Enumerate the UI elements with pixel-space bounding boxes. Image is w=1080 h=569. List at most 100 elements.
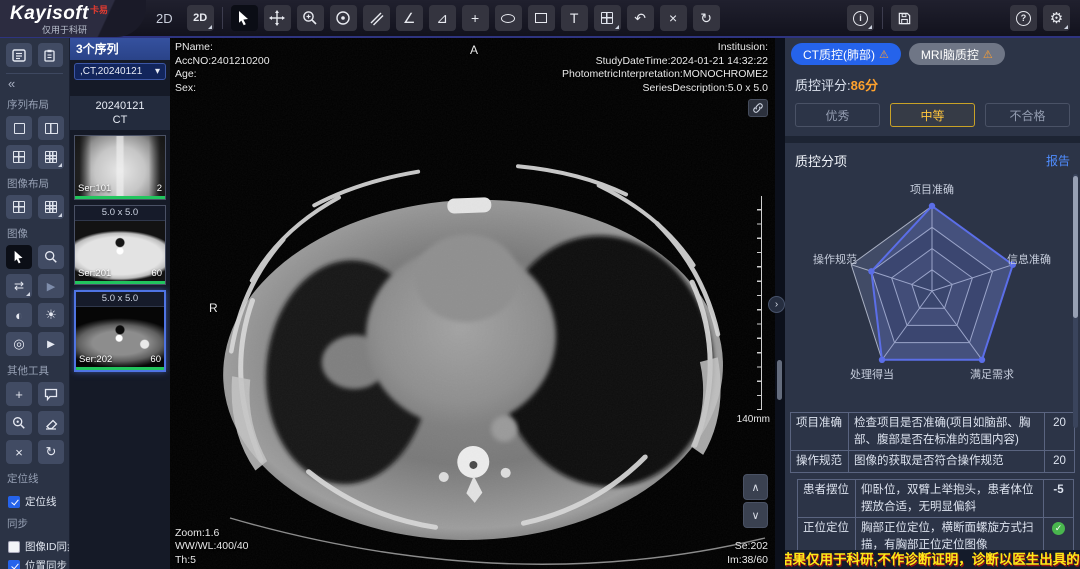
chevron-up-icon: ∧ <box>751 481 759 494</box>
series-thumbnail-101[interactable]: Ser:101 2 <box>74 135 166 200</box>
window-level-tool-button[interactable] <box>330 5 357 31</box>
flip-rotate-button[interactable]: ⇄ <box>6 274 32 298</box>
qc-score: 质控评分:86分 <box>785 69 1080 96</box>
checkbox-icon[interactable] <box>8 496 20 508</box>
qc-radar-chart-area: 项目准确信息准确满足需求处理得当操作规范 <box>785 172 1080 410</box>
study-dropdown[interactable]: ,CT,20240121 ▾ <box>74 63 166 80</box>
undo-button[interactable]: ↶ <box>627 5 654 31</box>
section-separator <box>785 136 1080 143</box>
report-button[interactable] <box>38 43 64 67</box>
ellipse-tool-button[interactable] <box>495 5 522 31</box>
cine-scroll-button[interactable]: ▶ <box>38 274 64 298</box>
series-layout-2x2-button[interactable] <box>6 145 32 169</box>
play-button[interactable]: ▶ <box>38 332 64 356</box>
section-series-layout-label: 序列布局 <box>7 97 63 112</box>
pointer-tool-button[interactable] <box>231 5 258 31</box>
cursor-icon <box>12 250 26 264</box>
series-thumbnail-202[interactable]: 5.0 x 5.0 Ser:202 60 <box>74 290 166 372</box>
cobb-angle-tool-button[interactable]: ⊿ <box>429 5 456 31</box>
grade-excellent-button[interactable]: 优秀 <box>795 103 880 127</box>
sidebar-pointer-button[interactable] <box>6 245 32 269</box>
info-button[interactable]: i <box>847 5 874 31</box>
text-annotation-button[interactable]: T <box>561 5 588 31</box>
image-viewport[interactable]: A R PName: AccNO:2401210200 Age: Sex: In… <box>170 38 775 569</box>
orientation-marker-anterior: A <box>470 43 478 57</box>
cobb-angle-icon: ⊿ <box>436 11 448 25</box>
checkbox-icon[interactable] <box>8 560 20 569</box>
checkbox-label: 定位线 <box>25 494 57 509</box>
zoom-in-tool-button[interactable] <box>297 5 324 31</box>
brightness-button[interactable]: ☀ <box>38 303 64 327</box>
help-button[interactable]: ? <box>1010 5 1037 31</box>
series-layout-single-button[interactable] <box>6 116 32 140</box>
add-tool-button[interactable]: + <box>6 382 32 406</box>
link-series-button[interactable] <box>748 99 768 117</box>
settings-button[interactable]: ⚙ <box>1043 5 1070 31</box>
target-button[interactable]: ◎ <box>6 332 32 356</box>
localizer-checkbox[interactable]: 定位线 <box>8 494 63 509</box>
warning-icon: ⚠ <box>879 48 889 61</box>
crosshair-tool-button[interactable]: + <box>462 5 489 31</box>
comment-tool-button[interactable] <box>38 382 64 406</box>
info-icon: i <box>853 11 868 26</box>
layout-3x3-icon <box>45 151 57 163</box>
save-button[interactable] <box>891 5 918 31</box>
contrast-button[interactable]: ◐ <box>6 303 32 327</box>
study-group-header: 20240121 CT <box>70 96 170 130</box>
angle-tool-button[interactable]: ∠ <box>396 5 423 31</box>
sidebar-magnify-button[interactable] <box>38 245 64 269</box>
qc-score-value: 86分 <box>851 78 878 93</box>
reset-view-button[interactable]: ↻ <box>693 5 720 31</box>
layout-grid-icon <box>601 12 613 24</box>
layout-2x2-icon <box>13 201 25 213</box>
toolbar-divider-right <box>882 7 883 29</box>
eraser-button[interactable] <box>38 411 64 435</box>
collapse-panel-button[interactable]: › <box>768 296 785 313</box>
overlay-pname: PName: <box>175 41 270 55</box>
study-modality: CT <box>70 113 170 127</box>
scroll-up-button[interactable]: ∧ <box>743 474 768 500</box>
series-image-overlay: Se:202 Im:38/60 <box>727 540 768 567</box>
chevron-right-icon: › <box>775 299 778 310</box>
roi-zoom-button[interactable] <box>6 411 32 435</box>
image-layout-2x2-button[interactable] <box>6 195 32 219</box>
pan-tool-button[interactable] <box>264 5 291 31</box>
qc-item-name: 项目准确 <box>791 413 849 451</box>
qc-item-score: 20 <box>1045 413 1075 451</box>
delete-annotation-button[interactable]: × <box>660 5 687 31</box>
patient-list-button[interactable] <box>6 43 32 67</box>
undo-icon: ↶ <box>634 11 646 25</box>
sync-position-checkbox[interactable]: 位置同步 <box>8 558 63 569</box>
panel-scroll-thumb[interactable] <box>1073 176 1078 318</box>
measure-tool-button[interactable] <box>363 5 390 31</box>
series-thumbnail-201[interactable]: 5.0 x 5.0 Ser:201 60 <box>74 205 166 285</box>
series-layout-two-col-button[interactable] <box>38 116 64 140</box>
image-layout-button[interactable] <box>594 5 621 31</box>
rectangle-tool-button[interactable] <box>528 5 555 31</box>
checkbox-icon[interactable] <box>8 541 20 553</box>
grade-medium-button[interactable]: 中等 <box>890 103 975 127</box>
panel-gutter: › <box>775 38 785 569</box>
grade-fail-button[interactable]: 不合格 <box>985 103 1070 127</box>
app-logo: Kayisoft卡易 仅用于科研 <box>0 0 146 37</box>
view-mode-2d-button[interactable]: 2D <box>187 5 214 31</box>
scroll-down-button[interactable]: ∨ <box>743 502 768 528</box>
load-progress-bar <box>75 281 165 284</box>
ruler-length-label: 140mm <box>737 414 770 425</box>
tab-ct-lung-qc[interactable]: CT质控(肺部) ⚠ <box>791 43 901 65</box>
series-layout-3x3-button[interactable] <box>38 145 64 169</box>
image-layout-3x3-button[interactable] <box>38 195 64 219</box>
collapse-sidebar-button[interactable]: « <box>8 78 63 90</box>
tab-mri-brain-qc[interactable]: MRI脑质控 ⚠ <box>909 43 1005 65</box>
window-level-icon <box>335 10 351 26</box>
report-link[interactable]: 报告 <box>1046 152 1070 169</box>
clear-all-button[interactable]: × <box>6 440 32 464</box>
pass-check-icon: ✓ <box>1052 522 1065 535</box>
save-icon <box>897 11 912 26</box>
sidebar-divider <box>6 73 63 74</box>
crosshair-icon: + <box>471 11 479 25</box>
sync-image-id-checkbox[interactable]: 图像ID同步 <box>8 539 63 554</box>
stack-scrollbar[interactable] <box>777 360 782 400</box>
refresh-button[interactable]: ↻ <box>38 440 64 464</box>
study-dropdown-value: ,CT,20240121 <box>80 66 142 77</box>
